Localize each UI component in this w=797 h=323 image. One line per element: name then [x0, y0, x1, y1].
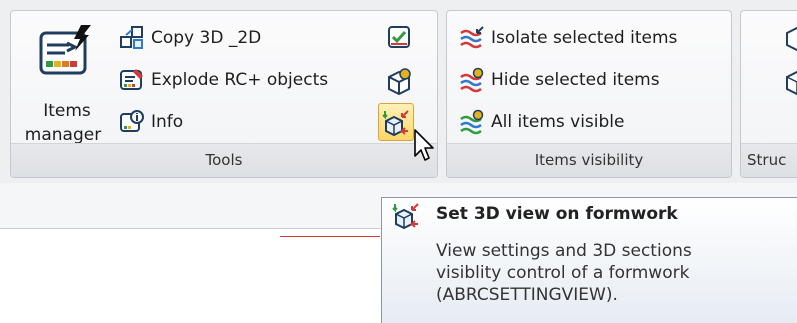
tooltip-description: View settings and 3D sections visiblity …	[436, 240, 692, 306]
structure-button-1[interactable]	[783, 23, 797, 51]
info-label: Info	[151, 112, 184, 132]
all-visible-icon	[459, 109, 485, 135]
copy-3d-2d-button[interactable]: Copy 3D _2D	[119, 25, 261, 51]
hide-selected-items-button[interactable]: Hide selected items	[459, 67, 660, 93]
hide-selected-items-label: Hide selected items	[491, 70, 660, 90]
tooltip: Set 3D view on formwork View settings an…	[381, 197, 797, 323]
box-info-icon	[388, 68, 411, 95]
all-items-visible-label: All items visible	[491, 112, 625, 132]
all-items-visible-button[interactable]: All items visible	[459, 109, 625, 135]
tooltip-title: Set 3D view on formwork	[436, 204, 678, 224]
set-3d-view-icon	[392, 203, 419, 230]
formwork-info-button[interactable]	[385, 67, 413, 95]
set-3d-view-icon	[382, 110, 409, 137]
structure-icon	[786, 26, 797, 51]
structure-button-2[interactable]	[783, 67, 797, 95]
items-manager-icon	[37, 23, 95, 81]
structure-group-title: Struc	[741, 143, 797, 177]
tooltip-description-line: (ABRCSETTINGVIEW).	[436, 285, 618, 305]
copy-3d-2d-icon	[119, 25, 145, 51]
isolate-selected-items-button[interactable]: Isolate selected items	[459, 25, 677, 51]
tooltip-description-line: visiblity control of a formwork	[436, 263, 690, 283]
items-manager-label-line1: Items	[43, 101, 91, 121]
isolate-icon	[459, 25, 485, 51]
explode-rc-objects-label: Explode RC+ objects	[151, 70, 329, 90]
info-button[interactable]: Info	[119, 109, 183, 135]
items-visibility-group-title: Items visibility	[447, 143, 731, 177]
hide-icon	[459, 67, 485, 93]
structure-box-icon	[786, 70, 797, 95]
ribbon: Items manager Copy 3D _2D Explode RC+ ob…	[0, 0, 797, 184]
copy-3d-2d-label: Copy 3D _2D	[151, 28, 262, 48]
info-icon	[119, 109, 145, 135]
items-manager-button[interactable]: Items manager	[13, 15, 119, 145]
explode-rc-objects-button[interactable]: Explode RC+ objects	[119, 67, 328, 93]
mouse-cursor-icon	[414, 129, 434, 161]
set-3d-view-on-formwork-button[interactable]	[378, 103, 414, 141]
tools-group-title: Tools	[11, 143, 437, 177]
tooltip-description-line: View settings and 3D sections	[436, 241, 692, 261]
tools-group: Items manager Copy 3D _2D Explode RC+ ob…	[10, 10, 438, 178]
check-settings-button[interactable]	[385, 23, 413, 51]
items-visibility-group: Isolate selected items Hide selected ite…	[446, 10, 732, 178]
checkbox-icon	[388, 26, 410, 48]
isolate-selected-items-label: Isolate selected items	[491, 28, 678, 48]
explode-icon	[119, 67, 145, 93]
structure-group: Struc	[740, 10, 797, 178]
drawing-line	[280, 236, 380, 237]
